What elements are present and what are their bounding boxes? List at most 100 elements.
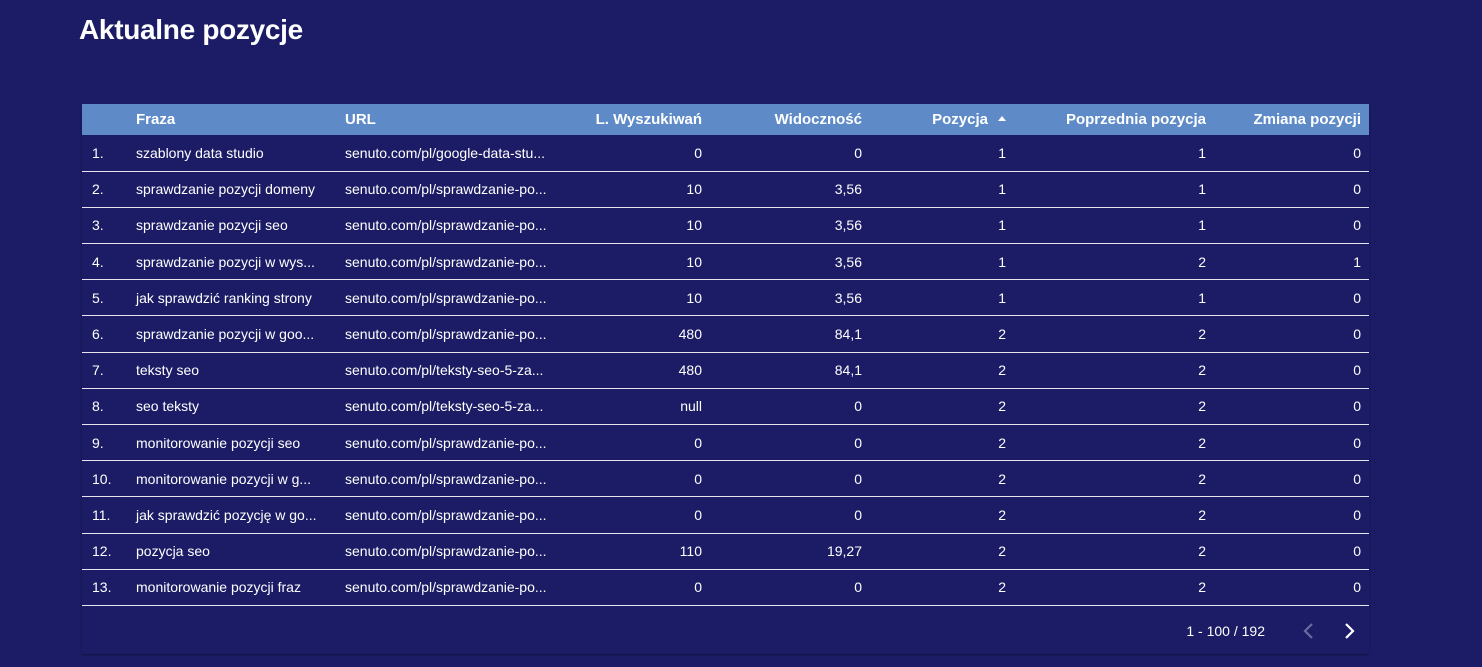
cell-widocznosc: 19,27 [826,543,862,560]
cell-zmiana-pozycji: 0 [1353,579,1361,596]
table-row[interactable]: 1. szablony data studio senuto.com/pl/goog… [82,135,1369,172]
column-header-widocznosc[interactable]: Widoczność [710,104,870,135]
cell-poprzednia-pozycja: 1 [1198,217,1206,234]
cell-l-wyszukiwan: 0 [694,506,702,523]
cell-url: senuto.com/pl/google-data-stu... [345,144,546,161]
cell-widocznosc: 0 [854,144,862,161]
cell-l-wyszukiwan: 0 [694,434,702,451]
cell-fraza: jak sprawdzić pozycję w go... [136,506,317,523]
cell-widocznosc: 3,56 [834,181,862,198]
column-header-fraza[interactable]: Fraza [128,104,337,135]
cell-widocznosc: 3,56 [834,289,862,306]
chevron-left-icon [1303,623,1313,639]
table-row[interactable]: 8. seo teksty senuto.com/pl/teksty-seo-5-z… [82,388,1369,425]
cell-url: senuto.com/pl/sprawdzanie-po... [345,543,547,560]
cell-index: 10. [92,470,112,487]
pagination: 1 - 100 / 192 [1186,608,1369,654]
cell-l-wyszukiwan: null [680,398,702,415]
column-header-poprzednia-pozycja[interactable]: Poprzednia pozycja [1014,104,1214,135]
cell-l-wyszukiwan: 10 [686,253,702,270]
cell-zmiana-pozycji: 0 [1353,470,1361,487]
table-header-row: Fraza URL L. Wyszukiwań Widoczność Pozycja Po… [82,104,1369,135]
cell-poprzednia-pozycja: 2 [1198,253,1206,270]
cell-zmiana-pozycji: 0 [1353,289,1361,306]
column-header-pozycja[interactable]: Pozycja [870,104,1014,135]
cell-widocznosc: 84,1 [834,362,862,379]
table-body: 1. szablony data studio senuto.com/pl/goog… [82,135,1369,606]
cell-index: 6. [92,326,104,343]
cell-zmiana-pozycji: 0 [1353,543,1361,560]
cell-pozycja: 2 [998,398,1006,415]
cell-l-wyszukiwan: 0 [694,470,702,487]
column-header-label: Widoczność [774,111,862,128]
cell-poprzednia-pozycja: 2 [1198,434,1206,451]
cell-poprzednia-pozycja: 2 [1198,362,1206,379]
cell-url: senuto.com/pl/sprawdzanie-po... [345,181,547,198]
table-row[interactable]: 9. monitorowanie pozycji seo senuto.com/pl… [82,425,1369,461]
column-header-label: Zmiana pozycji [1253,111,1361,128]
cell-fraza: szablony data studio [136,144,264,161]
chevron-right-icon [1345,623,1355,639]
cell-fraza: sprawdzanie pozycji w goo... [136,326,315,343]
column-header-label: L. Wyszukiwań [595,111,702,128]
table-row[interactable]: 6. sprawdzanie pozycji w goo... senuto.com… [82,316,1369,353]
prev-page-button[interactable] [1289,611,1329,651]
column-header-l-wyszukiwan[interactable]: L. Wyszukiwań [566,104,710,135]
cell-poprzednia-pozycja: 2 [1198,543,1206,560]
cell-fraza: jak sprawdzić ranking strony [136,289,312,306]
cell-zmiana-pozycji: 0 [1353,181,1361,198]
table-row[interactable]: 2. sprawdzanie pozycji domeny senuto.com/p… [82,171,1369,208]
cell-index: 4. [92,253,104,270]
table-row[interactable]: 3. sprawdzanie pozycji seo senuto.com/pl/s… [82,207,1369,244]
column-header-label: Pozycja [932,111,988,128]
column-header-url[interactable]: URL [337,104,566,135]
cell-fraza: monitorowanie pozycji fraz [136,579,301,596]
cell-l-wyszukiwan: 10 [686,217,702,234]
table-row[interactable]: 10. monitorowanie pozycji w g... senuto.co… [82,461,1369,497]
cell-widocznosc: 0 [854,434,862,451]
table-row[interactable]: 12. pozycja seo senuto.com/pl/sprawdzanie-… [82,533,1369,570]
table-row[interactable]: 5. jak sprawdzić ranking strony senuto.com… [82,280,1369,316]
cell-l-wyszukiwan: 0 [694,579,702,596]
cell-pozycja: 1 [998,289,1006,306]
table-row[interactable]: 7. teksty seo senuto.com/pl/teksty-seo-5-z… [82,352,1369,389]
positions-table: Fraza URL L. Wyszukiwań Widoczność Pozycja Po… [82,104,1369,654]
next-page-button[interactable] [1329,611,1369,651]
table-row[interactable]: 13. monitorowanie pozycji fraz senuto.com/… [82,569,1369,606]
cell-widocznosc: 3,56 [834,253,862,270]
column-header-label: URL [345,111,376,128]
sort-ascending-icon [998,115,1006,121]
cell-url: senuto.com/pl/teksty-seo-5-za... [345,398,544,415]
cell-poprzednia-pozycja: 1 [1198,289,1206,306]
cell-zmiana-pozycji: 0 [1353,217,1361,234]
table-row[interactable]: 11. jak sprawdzić pozycję w go... senuto.c… [82,497,1369,534]
cell-url: senuto.com/pl/sprawdzanie-po... [345,326,547,343]
cell-pozycja: 2 [998,579,1006,596]
cell-l-wyszukiwan: 110 [679,543,702,560]
cell-l-wyszukiwan: 480 [678,326,702,343]
cell-widocznosc: 0 [854,579,862,596]
cell-index: 1. [92,144,104,161]
cell-fraza: sprawdzanie pozycji w wys... [136,253,315,270]
cell-poprzednia-pozycja: 1 [1198,181,1206,198]
page-title: Aktualne pozycje [79,14,303,45]
cell-index: 8. [92,398,104,415]
cell-widocznosc: 0 [854,506,862,523]
table-row[interactable]: 4. sprawdzanie pozycji w wys... senuto.com… [82,244,1369,280]
cell-pozycja: 1 [998,253,1006,270]
cell-fraza: pozycja seo [136,543,210,560]
cell-pozycja: 2 [998,470,1006,487]
cell-l-wyszukiwan: 10 [686,289,702,306]
cell-zmiana-pozycji: 0 [1353,144,1361,161]
cell-url: senuto.com/pl/teksty-seo-5-za... [345,362,544,379]
cell-fraza: sprawdzanie pozycji domeny [136,181,315,198]
cell-zmiana-pozycji: 0 [1353,506,1361,523]
cell-fraza: monitorowanie pozycji w g... [136,470,312,487]
cell-poprzednia-pozycja: 1 [1198,144,1206,161]
cell-pozycja: 1 [998,181,1006,198]
cell-pozycja: 1 [998,217,1006,234]
pagination-range: 1 - 100 / 192 [1186,623,1265,639]
cell-poprzednia-pozycja: 2 [1198,506,1206,523]
cell-zmiana-pozycji: 0 [1353,398,1361,415]
column-header-zmiana-pozycji[interactable]: Zmiana pozycji [1214,104,1369,135]
